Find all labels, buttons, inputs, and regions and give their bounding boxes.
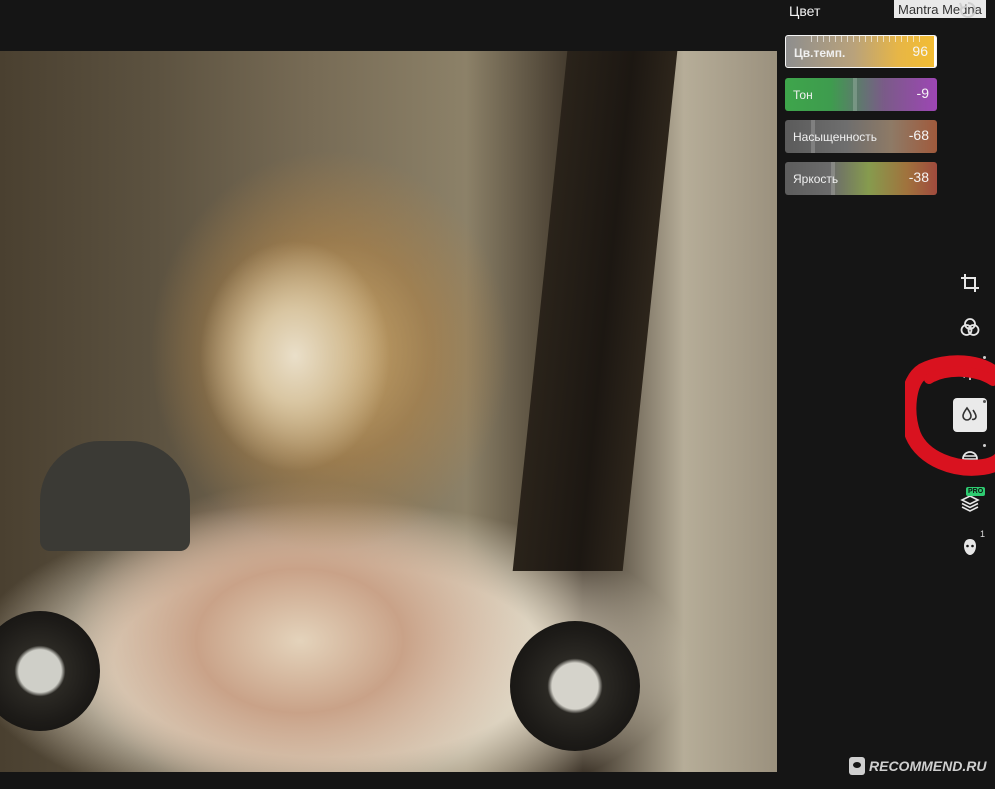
photo-car-wheel-left — [0, 611, 100, 731]
crop-tool-button[interactable] — [953, 266, 987, 300]
indicator-dot — [983, 400, 986, 403]
filters-icon — [960, 318, 980, 336]
reset-icon[interactable] — [958, 0, 978, 20]
recommend-watermark: RECOMMEND.RU — [849, 757, 986, 775]
slider-ruler — [811, 36, 921, 42]
photo-car-window — [40, 441, 190, 551]
slider-value: -9 — [916, 85, 929, 101]
slider-label: Насыщенность — [793, 130, 878, 144]
adjust-sun-icon — [961, 362, 979, 380]
indicator-dot — [983, 444, 986, 447]
photo-canvas[interactable] — [0, 51, 777, 772]
hsl-ball-icon — [962, 451, 978, 467]
indicator-dot — [983, 356, 986, 359]
slider-saturation[interactable]: Насыщенность -68 — [785, 120, 937, 153]
recommend-logo-icon — [849, 757, 865, 775]
slider-temperature[interactable]: Цв.темп. 96 — [785, 35, 937, 68]
pro-badge: PRO — [966, 487, 986, 496]
photo-tree — [512, 51, 678, 571]
photo-car-wheel-right — [510, 621, 640, 751]
retouch-badge-count: 1 — [980, 529, 986, 539]
slider-label: Цв.темп. — [794, 46, 846, 60]
layers-icon — [960, 495, 980, 512]
filters-tool-button[interactable] — [953, 310, 987, 344]
slider-label: Яркость — [793, 172, 839, 186]
slider-value: 96 — [912, 43, 928, 59]
slider-value: -68 — [908, 127, 929, 143]
slider-value: -38 — [908, 169, 929, 185]
watermark-text: RECOMMEND.RU — [869, 758, 987, 774]
crop-icon — [961, 274, 979, 292]
slider-label: Тон — [793, 88, 813, 102]
panel-title: Цвет — [789, 3, 821, 19]
adjust-tool-button[interactable] — [953, 354, 987, 388]
slider-brightness[interactable]: Яркость -38 — [785, 162, 937, 195]
hsl-tool-button[interactable] — [953, 442, 987, 476]
slider-handle[interactable] — [853, 78, 857, 111]
slider-tone[interactable]: Тон -9 — [785, 78, 937, 111]
color-tool-button[interactable] — [953, 398, 987, 432]
color-drops-icon — [962, 406, 977, 421]
slider-handle[interactable] — [934, 36, 936, 67]
face-retouch-icon — [964, 539, 976, 555]
